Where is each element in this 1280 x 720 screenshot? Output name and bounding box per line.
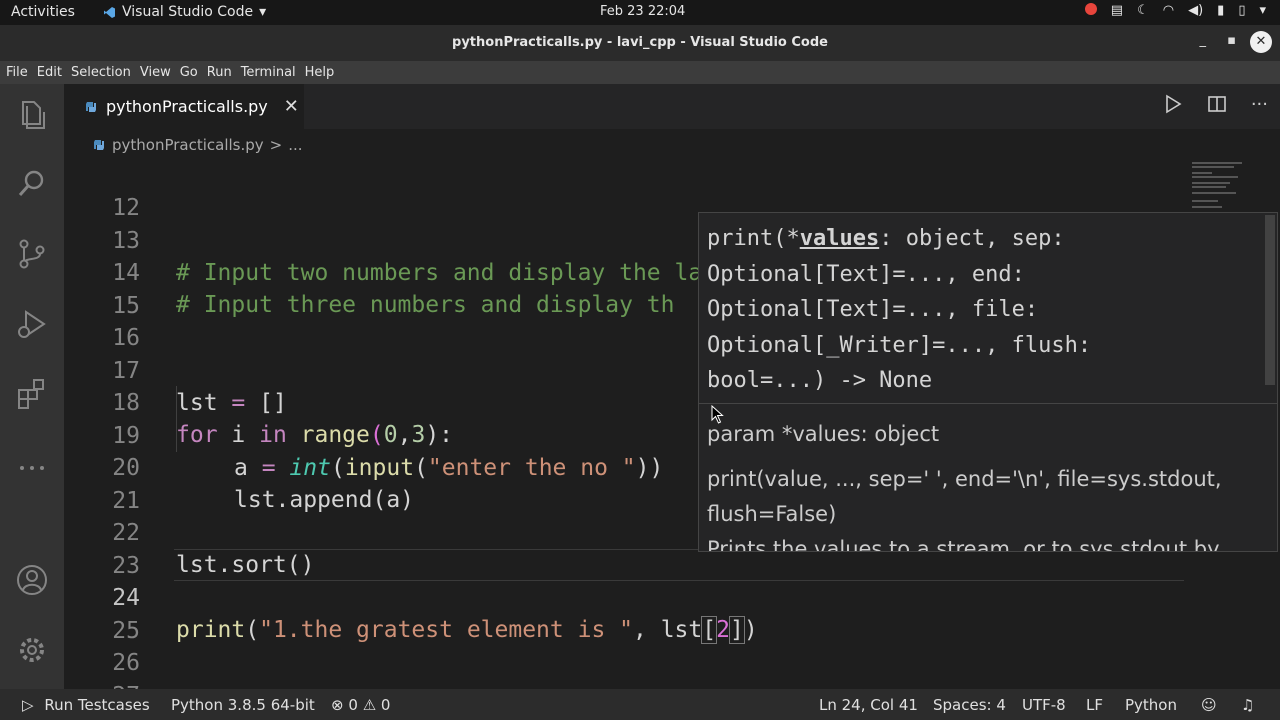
- microphone-icon[interactable]: ▮: [1217, 3, 1224, 18]
- volume-icon[interactable]: ◀): [1188, 3, 1203, 18]
- settings-gear-icon[interactable]: [14, 632, 50, 668]
- menu-help[interactable]: Help: [305, 65, 335, 80]
- maximize-icon[interactable]: ▪: [1227, 33, 1236, 48]
- run-testcases-button[interactable]: ▷ Run Testcases: [22, 696, 150, 714]
- code-line: 27: [64, 648, 1184, 690]
- error-icon: ⊗: [331, 696, 344, 714]
- code-line: 12: [64, 160, 1184, 221]
- editor-tab-bar: pythonPracticalls.py ✕ ···: [64, 84, 1280, 129]
- hover-documentation: param *values: object print(value, ..., …: [707, 422, 1222, 552]
- menu-selection[interactable]: Selection: [71, 65, 131, 80]
- active-parameter: values: [799, 226, 880, 251]
- minimize-icon[interactable]: _: [1200, 33, 1207, 48]
- window-title: pythonPracticalls.py - lavi_cpp - Visual…: [452, 35, 828, 50]
- status-bar: ▷ Run Testcases Python 3.8.5 64-bit ⊗ 0 …: [0, 689, 1280, 720]
- night-light-icon[interactable]: ☾: [1137, 3, 1149, 18]
- tab-label: pythonPracticalls.py: [106, 97, 268, 116]
- feedback-icon[interactable]: ☺: [1201, 696, 1217, 714]
- menu-terminal[interactable]: Terminal: [241, 65, 296, 80]
- run-testcases-icon: ▷: [22, 696, 34, 714]
- close-tab-icon[interactable]: ✕: [284, 96, 299, 117]
- vscode-app-icon: [104, 6, 115, 18]
- power-menu-icon[interactable]: ▾: [1259, 3, 1266, 18]
- signature: print(*values: object, sep: Optional[Tex…: [707, 226, 1092, 393]
- app-menu[interactable]: Visual Studio Code ▾: [103, 4, 266, 20]
- system-top-bar: Activities Visual Studio Code ▾ Feb 23 2…: [0, 0, 1280, 25]
- wifi-icon[interactable]: ◠: [1163, 3, 1174, 18]
- battery-icon[interactable]: ▯: [1238, 3, 1245, 18]
- breadcrumb-more[interactable]: ...: [288, 136, 302, 154]
- editor-actions: ···: [1163, 94, 1268, 115]
- mouse-pointer-icon: [711, 405, 724, 424]
- menu-bar: File Edit Selection View Go Run Terminal…: [0, 61, 1280, 84]
- search-icon[interactable]: [14, 166, 50, 202]
- python-interpreter-button[interactable]: Python 3.8.5 64-bit: [171, 696, 315, 714]
- language-mode-button[interactable]: Python: [1125, 696, 1177, 714]
- bell-icon[interactable]: ♫: [1241, 696, 1254, 714]
- screen-icon[interactable]: ▤: [1111, 3, 1123, 18]
- chrome-indicator-icon[interactable]: [1084, 3, 1097, 15]
- split-editor-icon[interactable]: [1207, 94, 1227, 114]
- app-menu-label: Visual Studio Code: [122, 4, 254, 20]
- breadcrumb: pythonPracticalls.py > ...: [64, 129, 1280, 160]
- editor-tab[interactable]: pythonPracticalls.py ✕: [64, 84, 304, 129]
- hover-scrollbar[interactable]: [1265, 215, 1275, 385]
- menu-file[interactable]: File: [6, 65, 28, 80]
- code-line: 26: [64, 615, 1184, 676]
- code-line: 25: [64, 583, 1184, 644]
- eol-button[interactable]: LF: [1086, 696, 1103, 714]
- extensions-icon[interactable]: [14, 376, 50, 412]
- python-file-icon: [86, 101, 96, 112]
- hover-divider: [699, 403, 1277, 404]
- breadcrumb-separator: >: [269, 135, 283, 154]
- close-window-icon[interactable]: ✕: [1250, 31, 1272, 53]
- run-debug-icon[interactable]: [14, 306, 50, 342]
- clock[interactable]: Feb 23 22:04: [600, 4, 685, 19]
- activity-bar: [0, 84, 64, 689]
- python-file-icon: [94, 139, 104, 150]
- menu-run[interactable]: Run: [207, 65, 232, 80]
- chevron-down-icon: ▾: [259, 4, 267, 20]
- indentation-button[interactable]: Spaces: 4: [933, 696, 1006, 714]
- files-icon[interactable]: [14, 96, 50, 132]
- ellipsis-icon[interactable]: ···: [1251, 94, 1268, 115]
- problems-button[interactable]: ⊗ 0 ⚠ 0: [331, 696, 390, 714]
- warning-icon: ⚠: [362, 696, 377, 714]
- cursor-position[interactable]: Ln 24, Col 41: [819, 696, 918, 714]
- code-line: 24 print("1.the gratest element is ", ls…: [64, 550, 1184, 644]
- source-control-icon[interactable]: [14, 236, 50, 272]
- hover-tooltip[interactable]: print(*values: object, sep: Optional[Tex…: [698, 212, 1278, 552]
- play-icon[interactable]: [1163, 94, 1183, 114]
- menu-edit[interactable]: Edit: [37, 65, 62, 80]
- breadcrumb-file[interactable]: pythonPracticalls.py: [112, 136, 264, 154]
- encoding-button[interactable]: UTF-8: [1022, 696, 1066, 714]
- code-line: 28: [64, 680, 1184, 689]
- more-icon[interactable]: [14, 446, 50, 482]
- menu-view[interactable]: View: [140, 65, 171, 80]
- activities-button[interactable]: Activities: [11, 4, 75, 20]
- window-title-bar[interactable]: pythonPracticalls.py - lavi_cpp - Visual…: [0, 25, 1280, 61]
- menu-go[interactable]: Go: [180, 65, 198, 80]
- system-tray[interactable]: ▤ ☾ ◠ ◀) ▮ ▯ ▾: [1084, 3, 1266, 18]
- account-icon[interactable]: [14, 562, 50, 598]
